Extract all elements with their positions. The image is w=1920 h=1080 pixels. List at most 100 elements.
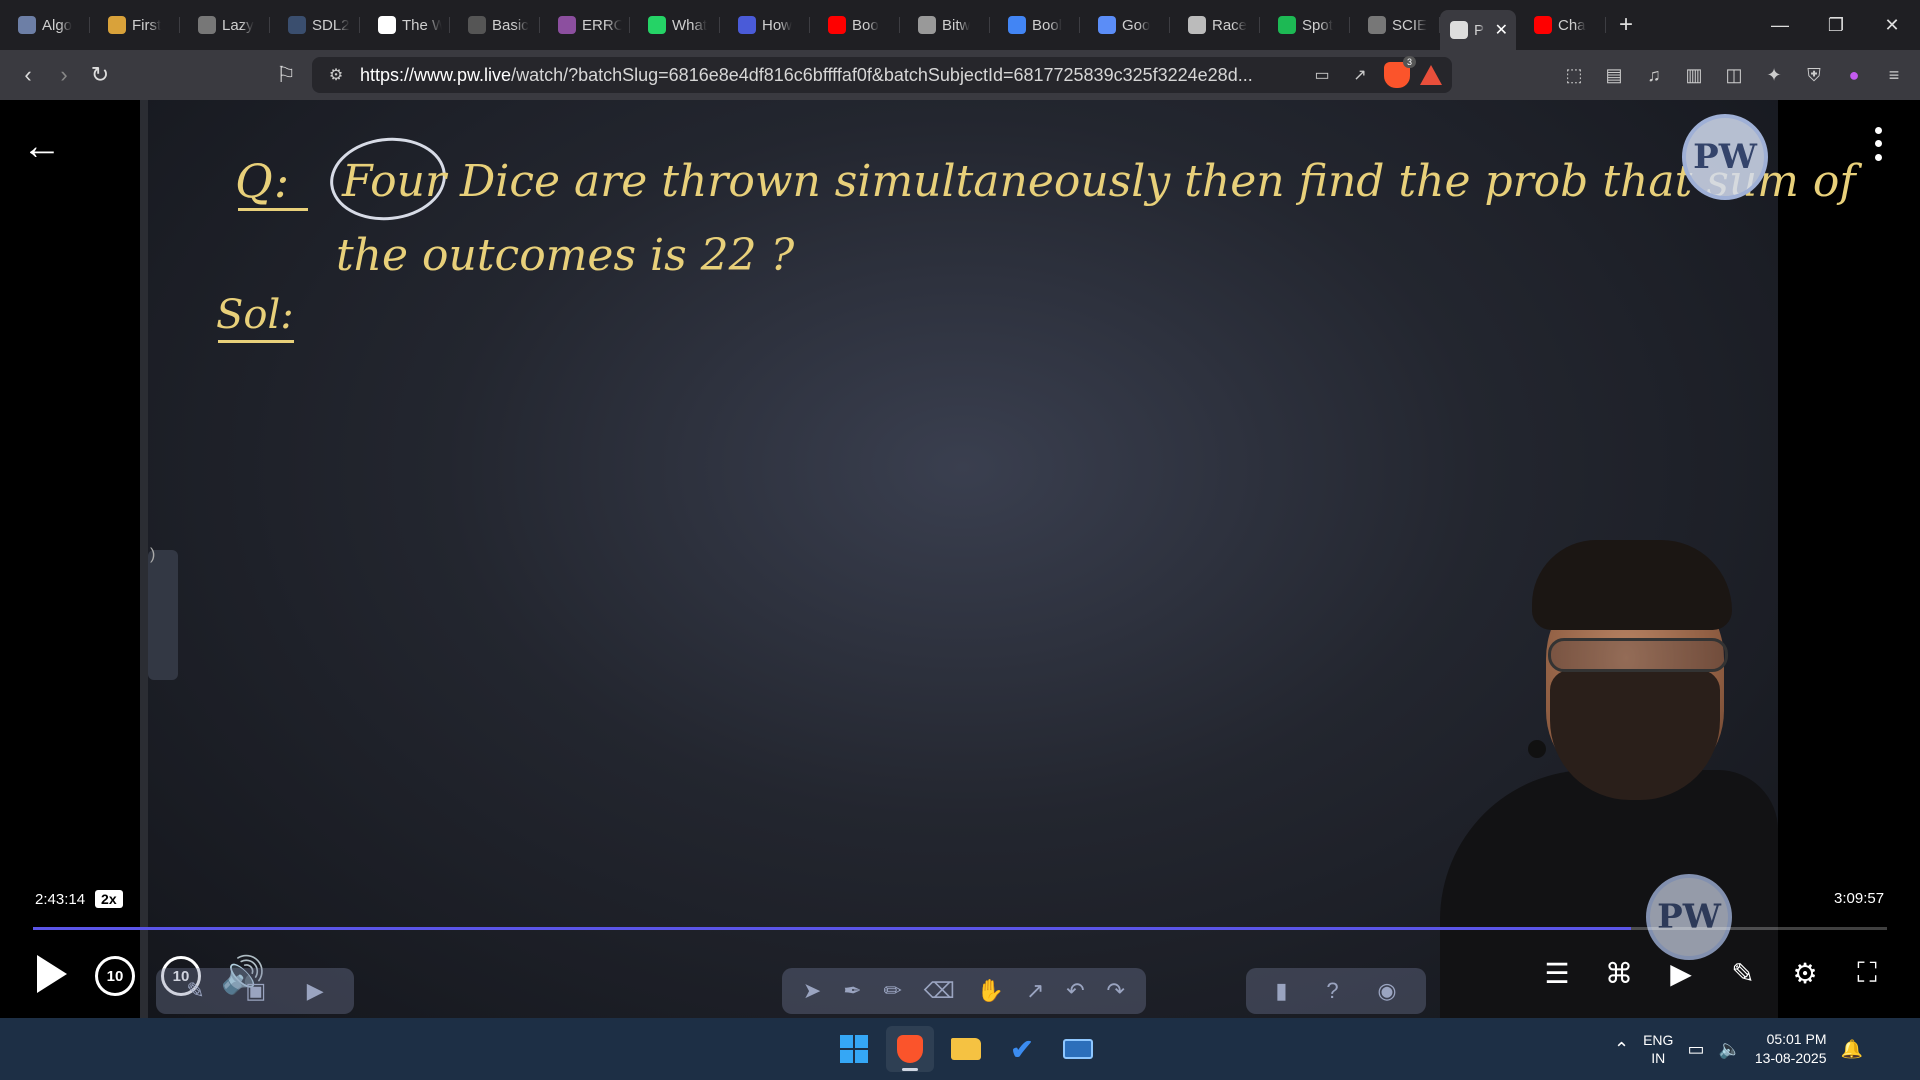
first-icon xyxy=(108,16,126,34)
overlay-redo-icon: ↷ xyxy=(1106,978,1125,1003)
close-tab-icon[interactable]: ✕ xyxy=(1495,20,1508,40)
tab-label: Boo xyxy=(852,16,879,34)
tab[interactable]: First xyxy=(90,8,180,42)
reader-icon[interactable]: ▤ xyxy=(1598,59,1630,91)
tab[interactable]: Lazy xyxy=(180,8,270,42)
tab[interactable]: Bool xyxy=(990,8,1080,42)
tab[interactable]: Boo xyxy=(810,8,900,42)
brave-icon xyxy=(897,1035,923,1063)
back-button[interactable]: ‹ xyxy=(10,57,46,93)
network-icon[interactable]: ▭ xyxy=(1687,1039,1704,1060)
tab[interactable]: The W xyxy=(360,8,450,42)
chapters-icon[interactable]: ▶ xyxy=(1660,952,1702,994)
chevron-up-icon[interactable]: ⌃ xyxy=(1614,1039,1629,1060)
video-overlay-toolbar-middle: ➤ ✒ ✏ ⌫ ✋ ↗ ↶ ↷ xyxy=(782,968,1146,1014)
notification-bell-icon[interactable]: 🔔 xyxy=(1841,1039,1863,1060)
language-indicator[interactable]: ENG IN xyxy=(1643,1031,1673,1067)
folder-icon xyxy=(951,1038,981,1060)
current-time-group: 2:43:14 2x xyxy=(35,890,123,908)
cast-icon[interactable]: ▭ xyxy=(1308,61,1336,89)
question-line-2: the outcomes is 22 ? xyxy=(336,230,795,281)
comments-icon[interactable]: ☰ xyxy=(1536,952,1578,994)
close-window-button[interactable]: ✕ xyxy=(1864,0,1920,50)
url-path: /watch/?batchSlug=6816e8e4df816c6bffffaf… xyxy=(511,64,1253,85)
sidebar-icon[interactable]: ▥ xyxy=(1678,59,1710,91)
tab[interactable]: Goo xyxy=(1080,8,1170,42)
progress-bar[interactable] xyxy=(33,927,1887,930)
tab[interactable]: What xyxy=(630,8,720,42)
question-line-1: Four Dice are thrown simultaneously then… xyxy=(342,156,1856,207)
tab[interactable]: Race xyxy=(1170,8,1260,42)
speaker-icon xyxy=(1450,21,1468,39)
globe-icon xyxy=(198,16,216,34)
tab-list: Algo First Lazy SDL2 The W Basic ERRO What How Bo… xyxy=(0,0,1606,50)
overlay-pen-icon: ✒ xyxy=(843,978,862,1003)
tab[interactable]: P ✕ xyxy=(1440,10,1516,50)
tab[interactable]: SCIE xyxy=(1350,8,1440,42)
translate-icon[interactable]: ⌘ xyxy=(1598,952,1640,994)
overlay-tool-icon: ✎ xyxy=(186,978,205,1003)
tab-strip: Algo First Lazy SDL2 The W Basic ERRO What How Bo… xyxy=(0,0,1920,50)
tab-label: SDL2 xyxy=(312,16,350,34)
overlay-marker-icon: ✏ xyxy=(883,978,902,1003)
tab[interactable]: Algo xyxy=(0,8,90,42)
clock[interactable]: 05:01 PM 13-08-2025 xyxy=(1755,1030,1827,1068)
profile-icon[interactable]: ● xyxy=(1838,59,1870,91)
more-options-icon[interactable] xyxy=(1866,124,1890,164)
address-bar[interactable]: ⚙ https://www.pw.live/watch/?batchSlug=6… xyxy=(312,56,1452,93)
fullscreen-icon[interactable]: ⛶ xyxy=(1846,952,1888,994)
tab[interactable]: Cha xyxy=(1516,8,1606,42)
extensions-icon[interactable]: ⬚ xyxy=(1558,59,1590,91)
brave-rewards-icon[interactable] xyxy=(1420,65,1442,85)
tab-label: The W xyxy=(402,16,442,34)
bookmark-icon[interactable]: ⚐ xyxy=(268,57,304,93)
tab-label: First xyxy=(132,16,162,34)
tab[interactable]: ERRO xyxy=(540,8,630,42)
overlay-hand-icon: ✋ xyxy=(976,978,1005,1003)
pw-logo-watermark: PW xyxy=(1682,114,1768,200)
tab[interactable]: Bitw xyxy=(900,8,990,42)
site-settings-icon[interactable]: ⚙ xyxy=(322,61,350,89)
settings-gear-icon[interactable]: ⚙ xyxy=(1784,952,1826,994)
tab[interactable]: Basic xyxy=(450,8,540,42)
url-host: https://www.pw.live xyxy=(360,64,512,85)
presenter-hair xyxy=(1532,540,1732,630)
speed-badge[interactable]: 2x xyxy=(95,890,123,908)
taskbar-apps: ✔ xyxy=(830,1026,1102,1072)
speaker-icon[interactable]: 🔈 xyxy=(1718,1039,1740,1060)
play-button[interactable] xyxy=(32,952,72,996)
share-icon[interactable]: ↗ xyxy=(1346,61,1374,89)
tab[interactable]: SDL2 xyxy=(270,8,360,42)
spotify-icon xyxy=(1278,16,1296,34)
taskbar-file-explorer[interactable] xyxy=(942,1026,990,1072)
restore-button[interactable]: ❐ xyxy=(1808,0,1864,50)
taskbar-brave[interactable] xyxy=(886,1026,934,1072)
vpn-icon[interactable]: ⛨ xyxy=(1798,59,1830,91)
tab[interactable]: Spot xyxy=(1260,8,1350,42)
media-icon[interactable]: ♫ xyxy=(1638,59,1670,91)
video-player[interactable]: Q: Four Dice are thrown simultaneously t… xyxy=(0,100,1920,1020)
taskbar-keyboard[interactable] xyxy=(1054,1026,1102,1072)
back-arrow-icon[interactable]: ← xyxy=(22,124,62,169)
youtube-icon xyxy=(828,16,846,34)
minimize-button[interactable]: — xyxy=(1752,0,1808,50)
url-text[interactable]: https://www.pw.live/watch/?batchSlug=681… xyxy=(360,65,1298,86)
taskbar-todo[interactable]: ✔ xyxy=(998,1026,1046,1072)
question-underline xyxy=(238,208,308,211)
overlay-arrow-icon: ↗ xyxy=(1025,978,1045,1003)
globe-icon xyxy=(1368,16,1386,34)
brave-shields-icon[interactable]: 3 xyxy=(1384,56,1416,88)
notes-icon[interactable]: ✎ xyxy=(1722,952,1764,994)
solution-label: Sol: xyxy=(216,292,294,338)
start-button[interactable] xyxy=(830,1026,878,1072)
menu-icon[interactable]: ≡ xyxy=(1878,59,1910,91)
wallet-icon[interactable]: ◫ xyxy=(1718,59,1750,91)
new-tab-button[interactable]: + xyxy=(1606,8,1646,42)
forward-button[interactable]: › xyxy=(46,57,82,93)
tab[interactable]: How xyxy=(720,8,810,42)
rewind-10-button[interactable]: 10 xyxy=(95,956,135,996)
overlay-eraser-icon: ⌫ xyxy=(923,978,955,1003)
overlay-calendar-icon: ▣ xyxy=(245,978,267,1003)
leo-ai-icon[interactable]: ✦ xyxy=(1758,59,1790,91)
reload-button[interactable]: ↻ xyxy=(82,57,118,93)
